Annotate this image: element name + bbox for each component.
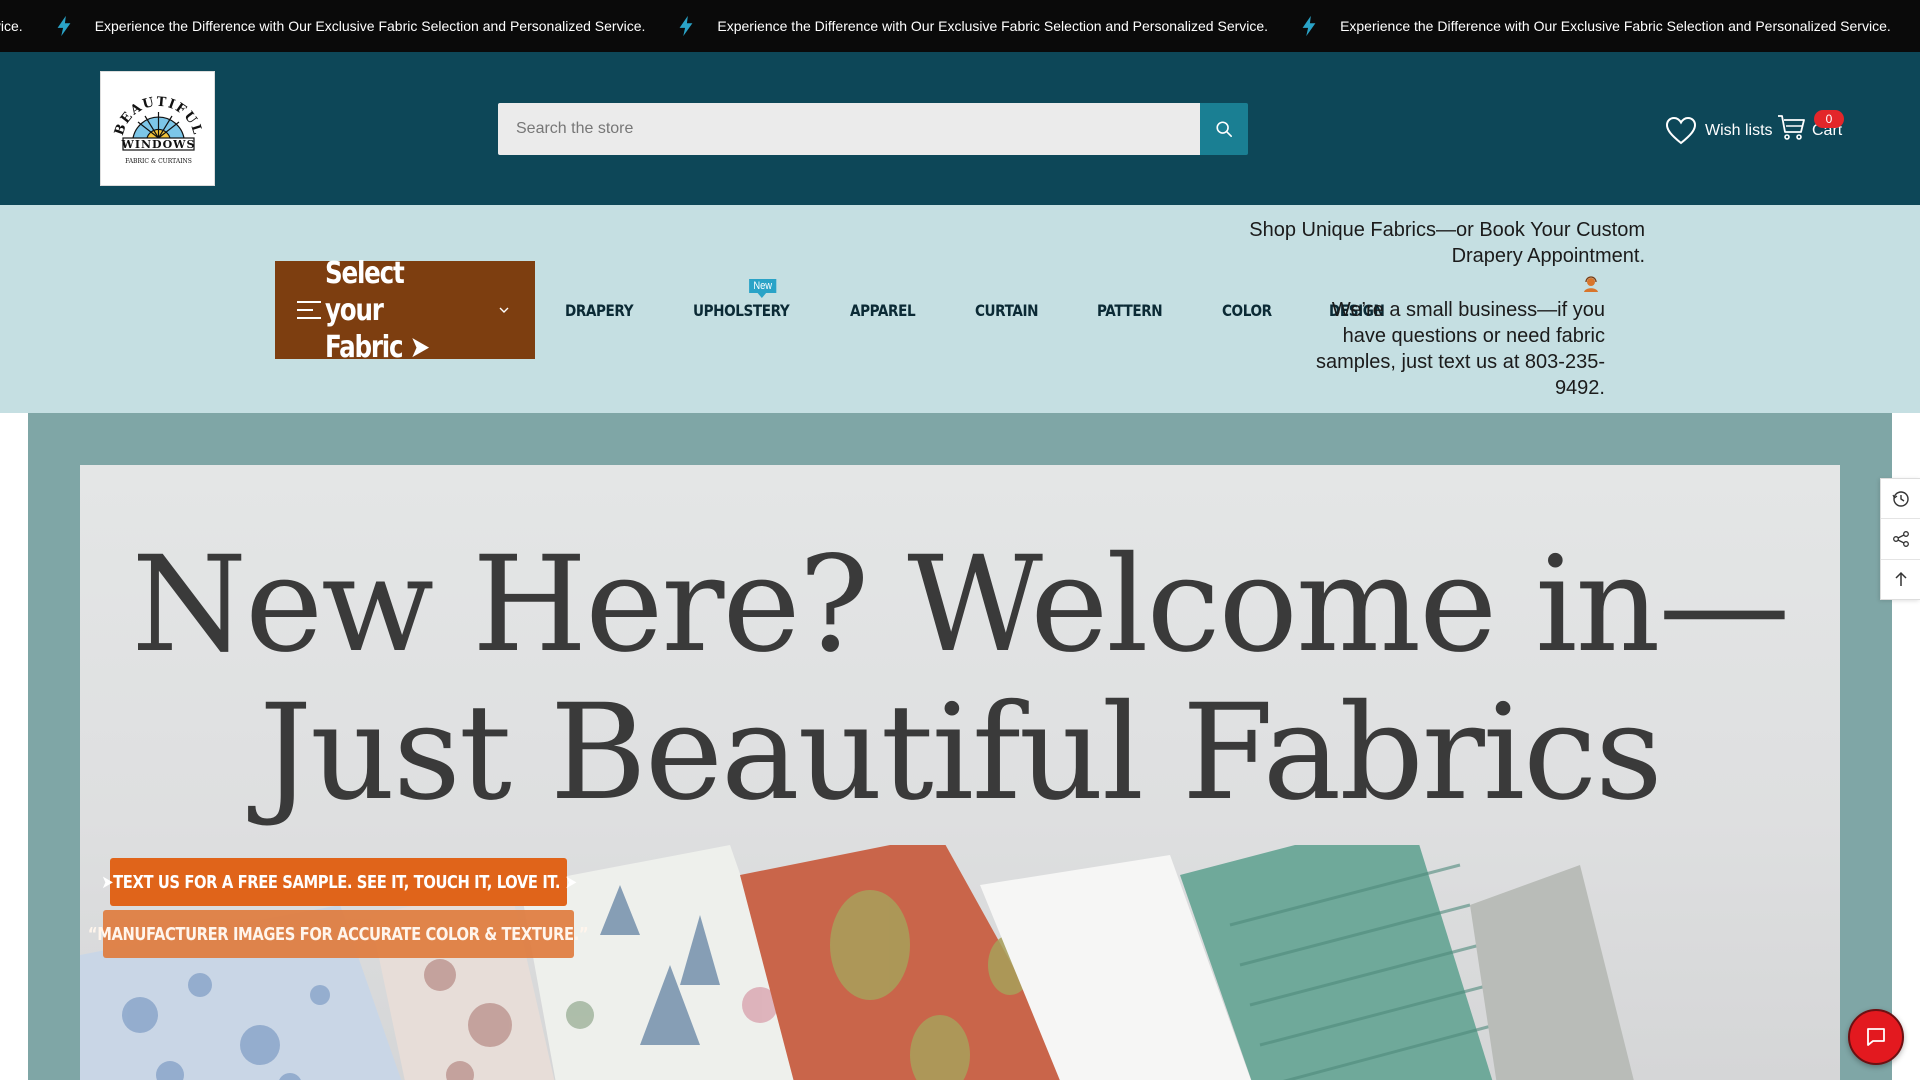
announcement-text: Experience the Difference with Our Exclu…	[717, 18, 1269, 34]
cart-link[interactable]: 0 Cart	[1776, 110, 1844, 142]
nav-item-upholstery[interactable]: UPHOLSTERY New	[693, 279, 790, 320]
chat-icon	[1867, 1028, 1885, 1046]
hamburger-icon	[297, 301, 321, 319]
search-button[interactable]	[1200, 103, 1248, 155]
heart-icon	[1665, 116, 1697, 145]
lightning-bolt-icon	[1302, 15, 1316, 37]
share-button[interactable]	[1881, 519, 1920, 560]
announcement-item: Experience the Difference with Our Exclu…	[675, 15, 1268, 37]
side-toolbar	[1880, 478, 1920, 600]
announcement-marquee: Experience the Difference with Our Exclu…	[0, 0, 1920, 52]
search-icon	[1216, 121, 1233, 138]
wishlist-link[interactable]: Wish lists	[1665, 116, 1773, 146]
search-bar	[498, 103, 1248, 155]
select-fabric-button[interactable]: Select your Fabric ➤	[275, 256, 535, 365]
manufacturer-images-label: “MANUFACTURER IMAGES FOR ACCURATE COLOR …	[88, 923, 589, 945]
recently-viewed-button[interactable]	[1881, 479, 1920, 520]
wishlist-label: Wish lists	[1705, 122, 1773, 139]
nav-item-label: UPHOLSTERY	[693, 301, 790, 320]
chevron-down-icon	[499, 307, 509, 313]
announcement-item: Experience the Difference with Our Exclu…	[1298, 15, 1891, 37]
nav-item-drapery[interactable]: DRAPERY	[565, 301, 634, 320]
promo-text: Shop Unique Fabrics—or Book Your Custom …	[1249, 219, 1645, 267]
nav-item-apparel[interactable]: APPAREL	[850, 301, 916, 320]
nav-item-curtain[interactable]: CURTAIN	[975, 301, 1039, 320]
hero-title: New Here? Welcome in—Just Beautiful Fabr…	[131, 528, 1791, 830]
support-text: We’re a small business—if you have quest…	[1315, 299, 1605, 399]
history-icon	[1891, 490, 1909, 507]
lightning-bolt-icon	[679, 15, 693, 37]
select-fabric-label: Select your Fabric ➤	[325, 255, 430, 365]
hero-image: New Here? Welcome in—Just Beautiful Fabr…	[80, 465, 1840, 1080]
logo-line2: WINDOWS	[121, 138, 196, 151]
lightning-bolt-icon	[57, 15, 71, 37]
announcement-item: Experience the Difference with Our Exclu…	[53, 15, 646, 37]
free-sample-cta-label: ➤TEXT US FOR A FREE SAMPLE. SEE IT, TOUC…	[100, 871, 577, 893]
cart-count-badge: 0	[1814, 110, 1844, 128]
search-input[interactable]	[498, 103, 1200, 155]
store-logo[interactable]: BEAUTIFUL WINDOWS FABRIC & CURTAINS	[100, 71, 215, 186]
free-sample-cta[interactable]: ➤TEXT US FOR A FREE SAMPLE. SEE IT, TOUC…	[101, 858, 577, 906]
nav-item-pattern[interactable]: PATTERN	[1097, 301, 1163, 320]
share-icon	[1892, 531, 1909, 547]
announcement-text: Experience the Difference with Our Exclu…	[1340, 18, 1891, 34]
cart-icon	[1778, 115, 1805, 140]
nav-item-color[interactable]: COLOR	[1222, 301, 1272, 320]
announcement-text: Experience the Difference with Our Exclu…	[94, 18, 646, 34]
announcement-text: Experience the Difference with Our Exclu…	[0, 18, 23, 34]
announcement-item: Experience the Difference with Our Exclu…	[0, 15, 23, 37]
announcement-bar: Experience the Difference with Our Exclu…	[0, 0, 1920, 52]
arrow-up-icon	[1894, 572, 1907, 587]
back-to-top-button[interactable]	[1881, 560, 1920, 599]
logo-line3: FABRIC & CURTAINS	[125, 158, 192, 165]
main-navigation: Select your Fabric ➤ DRAPERY UPHOLSTERY …	[0, 205, 1920, 413]
hero-banner[interactable]: New Here? Welcome in—Just Beautiful Fabr…	[28, 413, 1892, 1080]
new-badge: New	[749, 279, 777, 298]
logo-graphic: BEAUTIFUL WINDOWS FABRIC & CURTAINS	[112, 95, 203, 165]
chat-button[interactable]	[1848, 1009, 1904, 1065]
support-agent-icon	[1584, 276, 1598, 292]
site-header: BEAUTIFUL WINDOWS FABRIC & CURTAINS Sear…	[0, 52, 1920, 205]
manufacturer-images-note: “MANUFACTURER IMAGES FOR ACCURATE COLOR …	[88, 910, 589, 958]
